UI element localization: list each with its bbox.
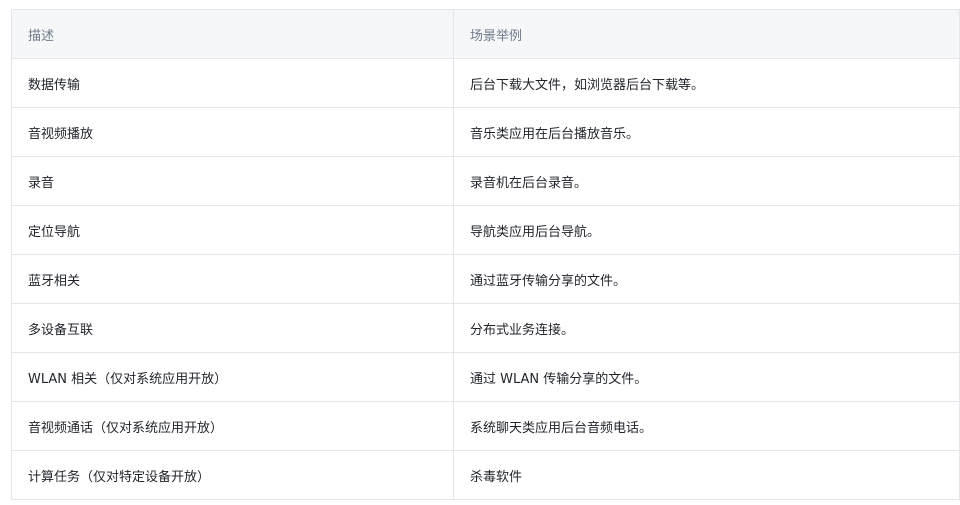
description-cell: 音视频播放 xyxy=(11,107,454,157)
description-cell: 音视频通话（仅对系统应用开放） xyxy=(11,401,454,451)
example-cell: 后台下载大文件，如浏览器后台下载等。 xyxy=(453,58,960,108)
example-cell: 分布式业务连接。 xyxy=(453,303,960,353)
background-task-table: 描述 场景举例 数据传输 后台下载大文件，如浏览器后台下载等。 音视频播放 音乐… xyxy=(11,9,960,500)
table-row: 定位导航 导航类应用后台导航。 xyxy=(11,205,960,255)
description-cell: 录音 xyxy=(11,156,454,206)
example-cell: 通过蓝牙传输分享的文件。 xyxy=(453,254,960,304)
table-row: 音视频播放 音乐类应用在后台播放音乐。 xyxy=(11,107,960,157)
table-row: WLAN 相关（仅对系统应用开放） 通过 WLAN 传输分享的文件。 xyxy=(11,352,960,402)
example-cell: 通过 WLAN 传输分享的文件。 xyxy=(453,352,960,402)
table-row: 蓝牙相关 通过蓝牙传输分享的文件。 xyxy=(11,254,960,304)
example-cell: 录音机在后台录音。 xyxy=(453,156,960,206)
description-cell: 数据传输 xyxy=(11,58,454,108)
table-row: 音视频通话（仅对系统应用开放） 系统聊天类应用后台音频电话。 xyxy=(11,401,960,451)
table-row: 数据传输 后台下载大文件，如浏览器后台下载等。 xyxy=(11,58,960,108)
example-cell: 导航类应用后台导航。 xyxy=(453,205,960,255)
description-cell: 计算任务（仅对特定设备开放） xyxy=(11,450,454,500)
header-scenario-example: 场景举例 xyxy=(453,9,960,59)
description-cell: 多设备互联 xyxy=(11,303,454,353)
table-row: 多设备互联 分布式业务连接。 xyxy=(11,303,960,353)
table-header: 描述 场景举例 xyxy=(11,9,960,59)
example-cell: 杀毒软件 xyxy=(453,450,960,500)
table-row: 录音 录音机在后台录音。 xyxy=(11,156,960,206)
description-cell: 定位导航 xyxy=(11,205,454,255)
header-row: 描述 场景举例 xyxy=(11,9,960,59)
table-row: 计算任务（仅对特定设备开放） 杀毒软件 xyxy=(11,450,960,500)
table-container: 描述 场景举例 数据传输 后台下载大文件，如浏览器后台下载等。 音视频播放 音乐… xyxy=(11,9,960,500)
table-body: 数据传输 后台下载大文件，如浏览器后台下载等。 音视频播放 音乐类应用在后台播放… xyxy=(11,58,960,500)
description-cell: WLAN 相关（仅对系统应用开放） xyxy=(11,352,454,402)
header-description: 描述 xyxy=(11,9,454,59)
example-cell: 音乐类应用在后台播放音乐。 xyxy=(453,107,960,157)
description-cell: 蓝牙相关 xyxy=(11,254,454,304)
example-cell: 系统聊天类应用后台音频电话。 xyxy=(453,401,960,451)
